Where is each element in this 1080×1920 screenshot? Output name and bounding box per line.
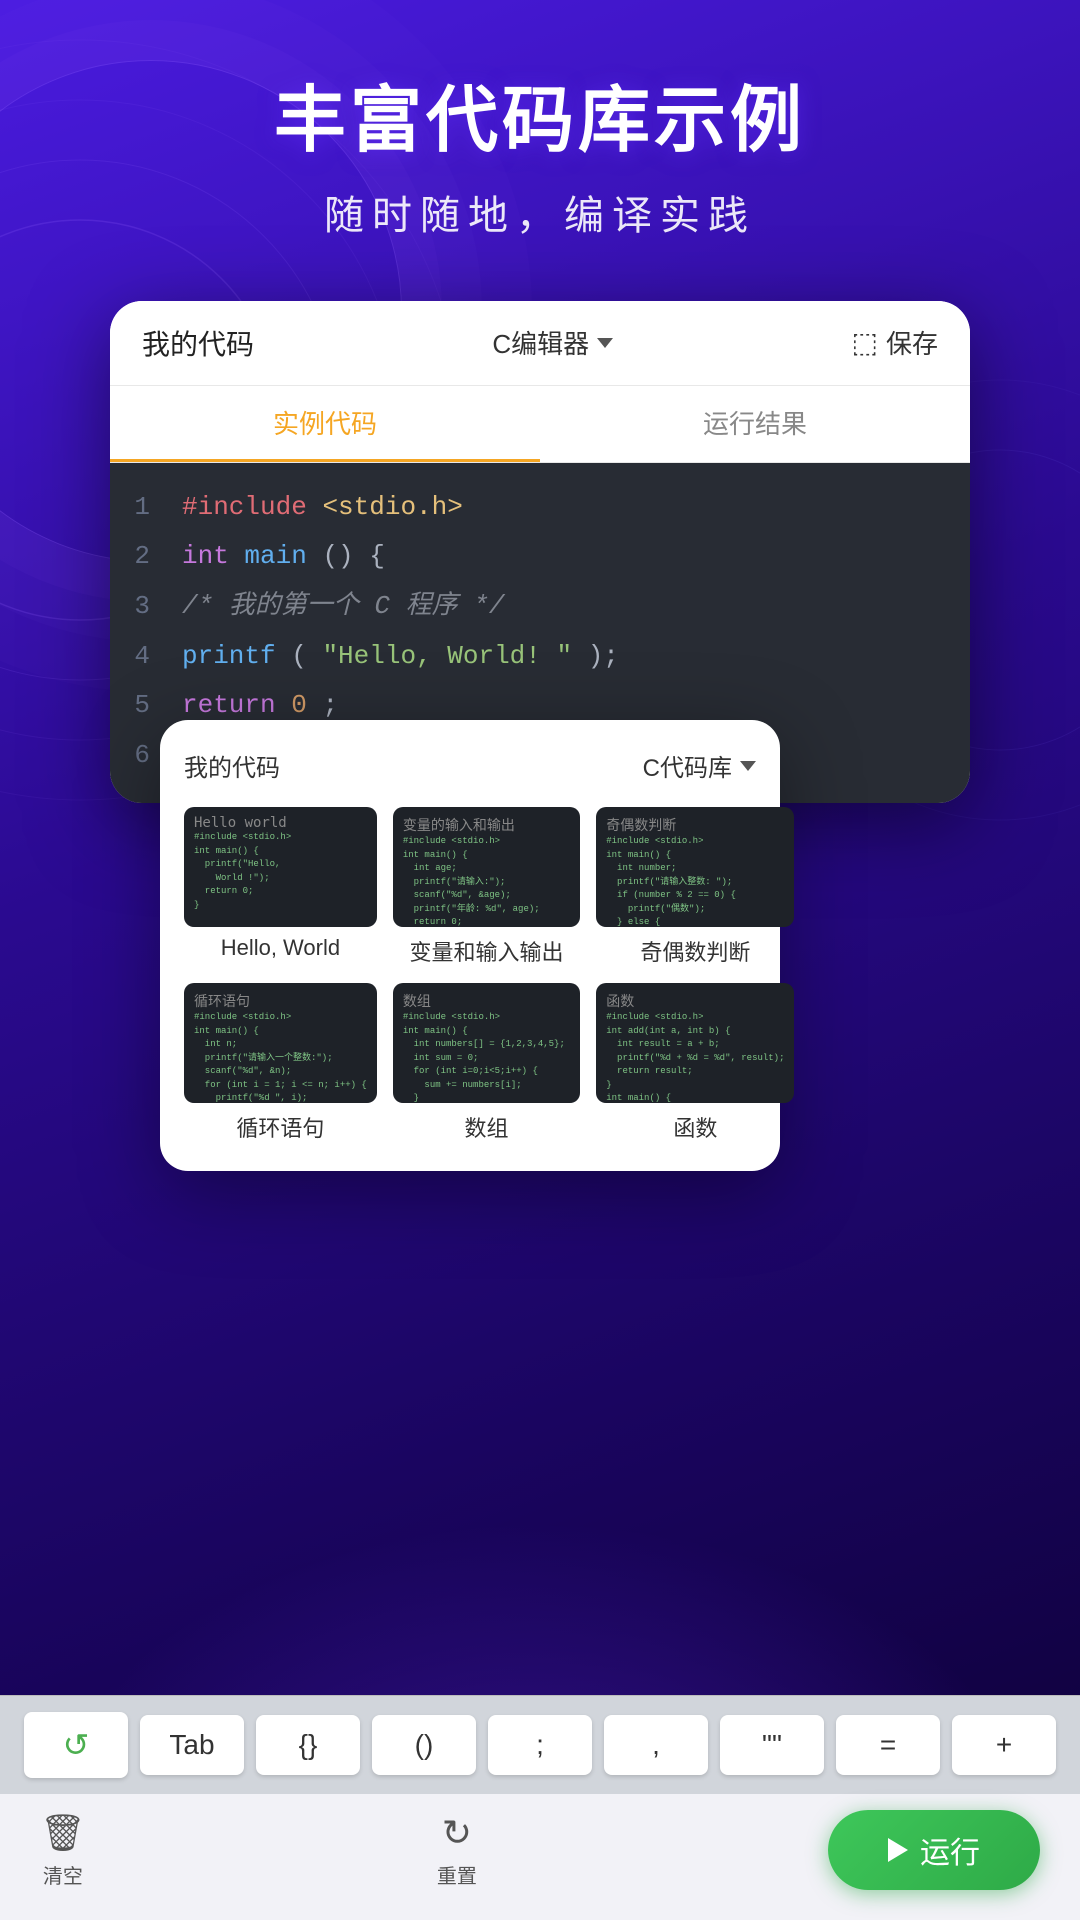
preview-code: #include <stdio.h> int main() { int numb… bbox=[403, 1011, 570, 1103]
braces-button[interactable]: {} bbox=[256, 1715, 360, 1775]
trash-icon: 🗑 bbox=[40, 1812, 86, 1854]
code-line-1: 1 #include <stdio.h> bbox=[110, 483, 970, 533]
preview-title: 数组 bbox=[403, 991, 570, 1011]
library-grid: Hello world #include <stdio.h> int main(… bbox=[184, 807, 756, 1143]
preview-title: Hello world bbox=[194, 815, 367, 831]
quotes-button[interactable]: "" bbox=[720, 1715, 824, 1775]
library-card: 我的代码 C代码库 Hello world #include <stdio.h>… bbox=[160, 720, 780, 1171]
code-token: return bbox=[182, 690, 276, 720]
library-item-label: 变量和输入输出 bbox=[393, 935, 580, 967]
library-lang-selector[interactable]: C代码库 bbox=[643, 748, 756, 783]
reset-label: 重置 bbox=[437, 1860, 477, 1889]
library-item-label: 数组 bbox=[393, 1111, 580, 1143]
lang-selector[interactable]: C编辑器 bbox=[492, 324, 613, 361]
preview-title: 变量的输入和输出 bbox=[403, 815, 570, 835]
code-token: <stdio.h> bbox=[322, 492, 462, 522]
editor-title: 我的代码 bbox=[142, 323, 254, 363]
code-line-4: 4 printf ( "Hello, World! " ); bbox=[110, 632, 970, 682]
equals-button[interactable]: = bbox=[836, 1715, 940, 1775]
run-label: 运行 bbox=[920, 1828, 980, 1872]
code-token: "Hello, World! " bbox=[322, 641, 572, 671]
code-preview: Hello world #include <stdio.h> int main(… bbox=[184, 807, 377, 927]
preview-code: #include <stdio.h> int add(int a, int b)… bbox=[606, 1011, 784, 1103]
editor-header: 我的代码 C编辑器 ⬚ 保存 bbox=[110, 301, 970, 386]
preview-title: 循环语句 bbox=[194, 991, 367, 1011]
library-item-label: 奇偶数判断 bbox=[596, 935, 794, 967]
clear-button[interactable]: 🗑 清空 bbox=[40, 1812, 86, 1889]
preview-code: #include <stdio.h> int main() { int n; p… bbox=[194, 1011, 367, 1103]
library-item-label: Hello, World bbox=[184, 935, 377, 961]
code-preview: 循环语句 #include <stdio.h> int main() { int… bbox=[184, 983, 377, 1103]
undo-button[interactable]: ↺ bbox=[24, 1712, 128, 1778]
library-header: 我的代码 C代码库 bbox=[184, 748, 756, 783]
run-button[interactable]: 运行 bbox=[828, 1810, 1040, 1890]
code-preview: 数组 #include <stdio.h> int main() { int n… bbox=[393, 983, 580, 1103]
code-token: /* 我的第一个 C 程序 */ bbox=[182, 591, 504, 621]
save-button[interactable]: ⬚ 保存 bbox=[852, 324, 938, 361]
preview-code: #include <stdio.h> int main() { printf("… bbox=[194, 831, 367, 912]
save-label: 保存 bbox=[886, 324, 938, 361]
parens-button[interactable]: () bbox=[372, 1715, 476, 1775]
code-token: #include bbox=[182, 492, 307, 522]
reset-icon: ↻ bbox=[442, 1812, 472, 1854]
code-preview: 变量的输入和输出 #include <stdio.h> int main() {… bbox=[393, 807, 580, 927]
page-title: 丰富代码库示例 bbox=[274, 80, 806, 163]
lang-selector-label: C编辑器 bbox=[492, 324, 589, 361]
save-icon: ⬚ bbox=[852, 326, 878, 359]
code-line-3: 3 /* 我的第一个 C 程序 */ bbox=[110, 582, 970, 632]
plus-button[interactable]: + bbox=[952, 1715, 1056, 1775]
page-subtitle: 随时随地，编译实践 bbox=[274, 183, 806, 241]
code-preview: 函数 #include <stdio.h> int add(int a, int… bbox=[596, 983, 794, 1103]
list-item[interactable]: Hello world #include <stdio.h> int main(… bbox=[184, 807, 377, 967]
library-item-label: 函数 bbox=[596, 1111, 794, 1143]
code-token: int bbox=[182, 541, 229, 571]
library-title: 我的代码 bbox=[184, 748, 280, 783]
bottom-toolbar: 🗑 清空 ↻ 重置 运行 bbox=[0, 1794, 1080, 1920]
play-icon bbox=[888, 1838, 908, 1862]
list-item[interactable]: 奇偶数判断 #include <stdio.h> int main() { in… bbox=[596, 807, 794, 967]
reset-button[interactable]: ↻ 重置 bbox=[437, 1812, 477, 1889]
clear-label: 清空 bbox=[43, 1860, 83, 1889]
tab-code[interactable]: 实例代码 bbox=[110, 386, 540, 462]
list-item[interactable]: 循环语句 #include <stdio.h> int main() { int… bbox=[184, 983, 377, 1143]
list-item[interactable]: 函数 #include <stdio.h> int add(int a, int… bbox=[596, 983, 794, 1143]
list-item[interactable]: 数组 #include <stdio.h> int main() { int n… bbox=[393, 983, 580, 1143]
tab-button[interactable]: Tab bbox=[140, 1715, 244, 1775]
chevron-down-icon bbox=[597, 338, 613, 348]
code-token: main bbox=[244, 541, 306, 571]
code-line-2: 2 int main () { bbox=[110, 532, 970, 582]
comma-button[interactable]: , bbox=[604, 1715, 708, 1775]
editor-tabs: 实例代码 运行结果 bbox=[110, 386, 970, 463]
preview-code: #include <stdio.h> int main() { int age;… bbox=[403, 835, 570, 927]
library-item-label: 循环语句 bbox=[184, 1111, 377, 1143]
keyboard-toolbar: ↺ Tab {} () ; , "" = + bbox=[0, 1695, 1080, 1794]
semi-button[interactable]: ; bbox=[488, 1715, 592, 1775]
code-preview: 奇偶数判断 #include <stdio.h> int main() { in… bbox=[596, 807, 794, 927]
preview-title: 函数 bbox=[606, 991, 784, 1011]
code-token: printf bbox=[182, 641, 276, 671]
code-token: 0 bbox=[291, 690, 307, 720]
tab-result[interactable]: 运行结果 bbox=[540, 386, 970, 462]
list-item[interactable]: 变量的输入和输出 #include <stdio.h> int main() {… bbox=[393, 807, 580, 967]
preview-code: #include <stdio.h> int main() { int numb… bbox=[606, 835, 784, 927]
chevron-down-icon bbox=[740, 761, 756, 771]
bottom-area: ↺ Tab {} () ; , "" = + 🗑 清空 ↻ 重置 运行 bbox=[0, 1695, 1080, 1920]
library-lang-label: C代码库 bbox=[643, 748, 732, 783]
preview-title: 奇偶数判断 bbox=[606, 815, 784, 835]
